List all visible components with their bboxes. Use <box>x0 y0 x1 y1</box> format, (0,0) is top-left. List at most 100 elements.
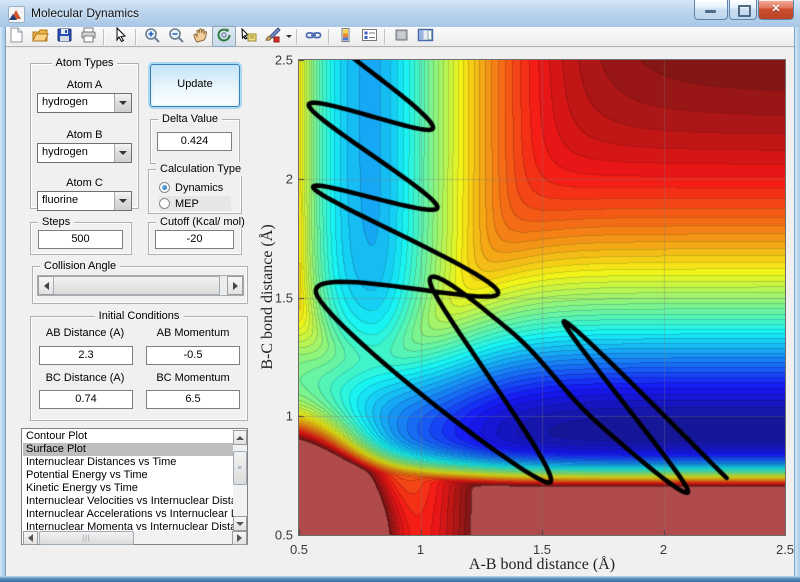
minimize-icon <box>705 10 716 13</box>
y-tick-label: 2 <box>259 171 293 186</box>
toolbar-button-rotate-3d[interactable] <box>212 26 236 47</box>
toolbar-button-zoom-in[interactable] <box>140 26 164 47</box>
window-title: Molecular Dynamics <box>31 6 139 20</box>
toolbar-separator <box>296 29 298 45</box>
toolbar-button-print-figure[interactable] <box>76 26 100 47</box>
toolbar-button-data-cursor[interactable] <box>236 26 260 47</box>
toolbar-button-new-figure[interactable] <box>4 26 28 47</box>
list-item[interactable]: Kinetic Energy vs Time <box>23 482 233 495</box>
zoom-out-icon <box>168 27 185 46</box>
toolbar-separator <box>103 29 105 45</box>
calculation-type-panel: Calculation Type DynamicsMEP <box>148 169 242 214</box>
listbox-vscrollbar[interactable]: ≡ <box>233 430 247 531</box>
radio-label: Dynamics <box>175 182 223 194</box>
list-item[interactable]: Internuclear Accelerations vs Internucle… <box>23 508 233 521</box>
plot-type-listbox[interactable]: Contour PlotSurface PlotInternuclear Dis… <box>21 428 248 545</box>
x-tick-label: 0.5 <box>290 542 308 557</box>
brush-dropdown-button[interactable] <box>284 27 293 46</box>
ab-momentum-field[interactable]: -0.5 <box>146 346 240 365</box>
scroll-right-button[interactable] <box>232 531 247 545</box>
hscroll-thumb[interactable]: ||| <box>39 531 134 545</box>
delta-value-field[interactable]: 0.424 <box>157 132 232 151</box>
minimize-button[interactable] <box>694 0 728 20</box>
toolbar-button-link-plots[interactable] <box>301 26 325 47</box>
toolbar-button-insert-colorbar[interactable] <box>333 26 357 47</box>
brush-icon <box>264 27 281 46</box>
data-cursor-icon <box>240 27 257 46</box>
atom-b-dropdown-button[interactable] <box>114 144 131 162</box>
ab-distance-label: AB Distance (A) <box>31 327 139 339</box>
maximize-button[interactable] <box>729 0 757 20</box>
x-tick-label: 1.5 <box>533 542 551 557</box>
collision-angle-slider[interactable] <box>37 275 244 296</box>
update-button[interactable]: Update <box>150 64 240 107</box>
titlebar[interactable]: Molecular Dynamics ✕ <box>0 0 800 28</box>
toolbar-button-pointer[interactable] <box>108 26 132 47</box>
list-item[interactable]: Internuclear Velocities vs Internuclear … <box>23 495 233 508</box>
hide-plot-tools-icon <box>393 27 410 46</box>
atom-b-value: hydrogen <box>38 144 114 162</box>
delta-value-panel: Delta Value 0.424 <box>150 119 240 164</box>
toolbar-button-zoom-out[interactable] <box>164 26 188 47</box>
rotate-3d-icon <box>216 27 233 46</box>
calculation-type-title: Calculation Type <box>156 162 245 176</box>
toolbar-button-brush[interactable] <box>260 26 284 47</box>
scroll-down-button[interactable] <box>233 516 247 531</box>
toolbar-separator <box>135 29 137 45</box>
arrow-up-icon <box>236 436 244 440</box>
atom-b-select[interactable]: hydrogen <box>37 143 132 163</box>
atom-a-label: Atom A <box>31 79 138 91</box>
save-figure-icon <box>56 27 73 46</box>
cutoff-field[interactable]: -20 <box>155 230 234 249</box>
open-file-icon <box>32 27 49 46</box>
atom-a-dropdown-button[interactable] <box>114 94 131 112</box>
x-axis-label: A-B bond distance (Å) <box>469 556 615 574</box>
cutoff-panel: Cutoff (Kcal/ mol) -20 <box>148 222 242 255</box>
atom-c-dropdown-button[interactable] <box>114 192 131 210</box>
chevron-down-icon <box>119 101 127 105</box>
radio-mep[interactable]: MEP <box>159 196 231 211</box>
toolbar-button-save-figure[interactable] <box>52 26 76 47</box>
radio-dynamics[interactable]: Dynamics <box>159 180 231 195</box>
y-tick-label: 0.5 <box>259 528 293 543</box>
scroll-left-button[interactable] <box>23 531 38 545</box>
steps-field[interactable]: 500 <box>38 230 123 249</box>
atom-types-panel: Atom Types Atom A hydrogen Atom B hydrog… <box>30 63 139 209</box>
vscroll-thumb[interactable]: ≡ <box>233 451 247 485</box>
slider-thumb[interactable] <box>53 276 220 295</box>
list-item[interactable]: Internuclear Momenta vs Internuclear Dis… <box>23 521 233 531</box>
list-item[interactable]: Contour Plot <box>23 430 233 443</box>
listbox-hscrollbar[interactable]: ||| <box>23 531 247 544</box>
ab-distance-field[interactable]: 2.3 <box>39 346 133 365</box>
toolbar-button-pan[interactable] <box>188 26 212 47</box>
atom-c-select[interactable]: fluorine <box>37 191 132 211</box>
y-axis-label: B-C bond distance (Å) <box>259 224 277 369</box>
scroll-up-button[interactable] <box>233 430 247 445</box>
app-icon <box>8 6 25 23</box>
bc-momentum-field[interactable]: 6.5 <box>146 390 240 409</box>
arrow-right-icon <box>237 534 242 542</box>
bc-distance-label: BC Distance (A) <box>31 372 139 384</box>
list-item[interactable]: Surface Plot <box>23 443 233 456</box>
toolbar-button-insert-legend[interactable] <box>357 26 381 47</box>
cutoff-title: Cutoff (Kcal/ mol) <box>156 215 249 229</box>
arrow-down-icon <box>236 522 244 526</box>
pointer-icon <box>112 27 129 46</box>
radio-button-icon[interactable] <box>159 198 170 209</box>
pes-contour-plot[interactable] <box>299 60 785 535</box>
radio-button-icon[interactable] <box>159 182 170 193</box>
zoom-in-icon <box>144 27 161 46</box>
atom-a-select[interactable]: hydrogen <box>37 93 132 113</box>
toolbar-button-hide-plot-tools[interactable] <box>389 26 413 47</box>
toolbar-button-open-file[interactable] <box>28 26 52 47</box>
bc-distance-field[interactable]: 0.74 <box>39 390 133 409</box>
atom-a-value: hydrogen <box>38 94 114 112</box>
show-plot-tools-dock-icon <box>417 27 434 46</box>
list-item[interactable]: Internuclear Distances vs Time <box>23 456 233 469</box>
toolbar-button-show-plot-tools-dock[interactable] <box>413 26 437 47</box>
list-item[interactable]: Potential Energy vs Time <box>23 469 233 482</box>
slider-left-arrow[interactable] <box>38 276 54 295</box>
slider-right-arrow[interactable] <box>227 276 243 295</box>
close-button[interactable]: ✕ <box>758 0 794 20</box>
app-window: Molecular Dynamics ✕ Atom Types Atom A h… <box>0 0 800 582</box>
